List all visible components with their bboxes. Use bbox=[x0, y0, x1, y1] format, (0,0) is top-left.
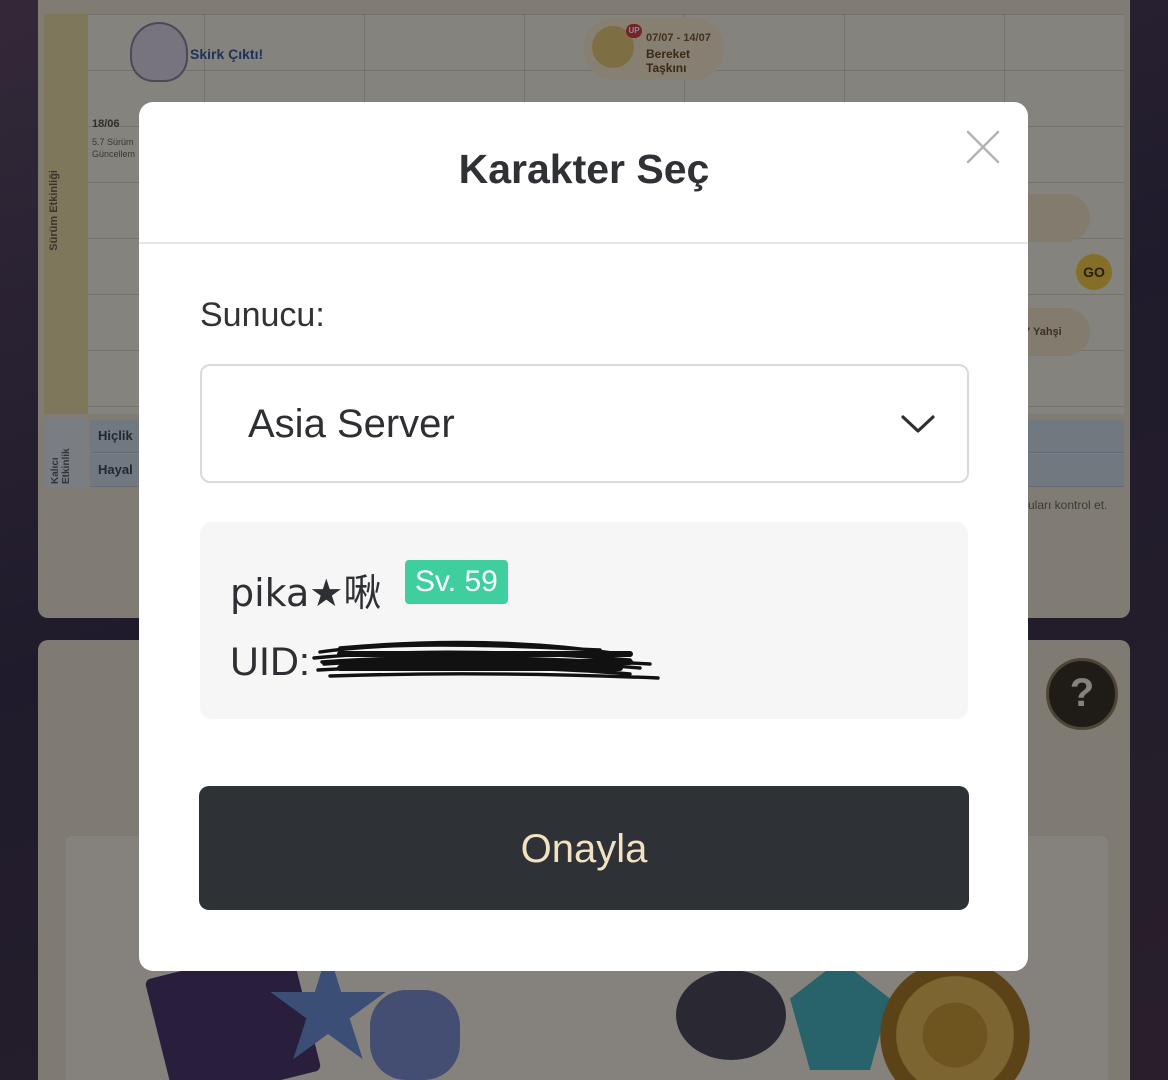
uid-redaction-scribble bbox=[312, 640, 660, 680]
character-name: pika★啾 bbox=[230, 571, 382, 615]
confirm-button[interactable]: Onayla bbox=[199, 786, 969, 910]
server-selected-value: Asia Server bbox=[248, 402, 455, 446]
server-dropdown[interactable]: Asia Server bbox=[200, 364, 969, 483]
dialog-divider bbox=[139, 242, 1028, 244]
chevron-down-icon bbox=[900, 412, 936, 436]
server-label: Sunucu: bbox=[200, 296, 325, 334]
character-card[interactable]: pika★啾 Sv. 59 UID: bbox=[200, 522, 968, 719]
uid-label: UID: bbox=[230, 640, 310, 684]
close-icon bbox=[966, 130, 1000, 164]
close-button[interactable] bbox=[964, 128, 1002, 166]
level-badge: Sv. 59 bbox=[405, 560, 508, 604]
